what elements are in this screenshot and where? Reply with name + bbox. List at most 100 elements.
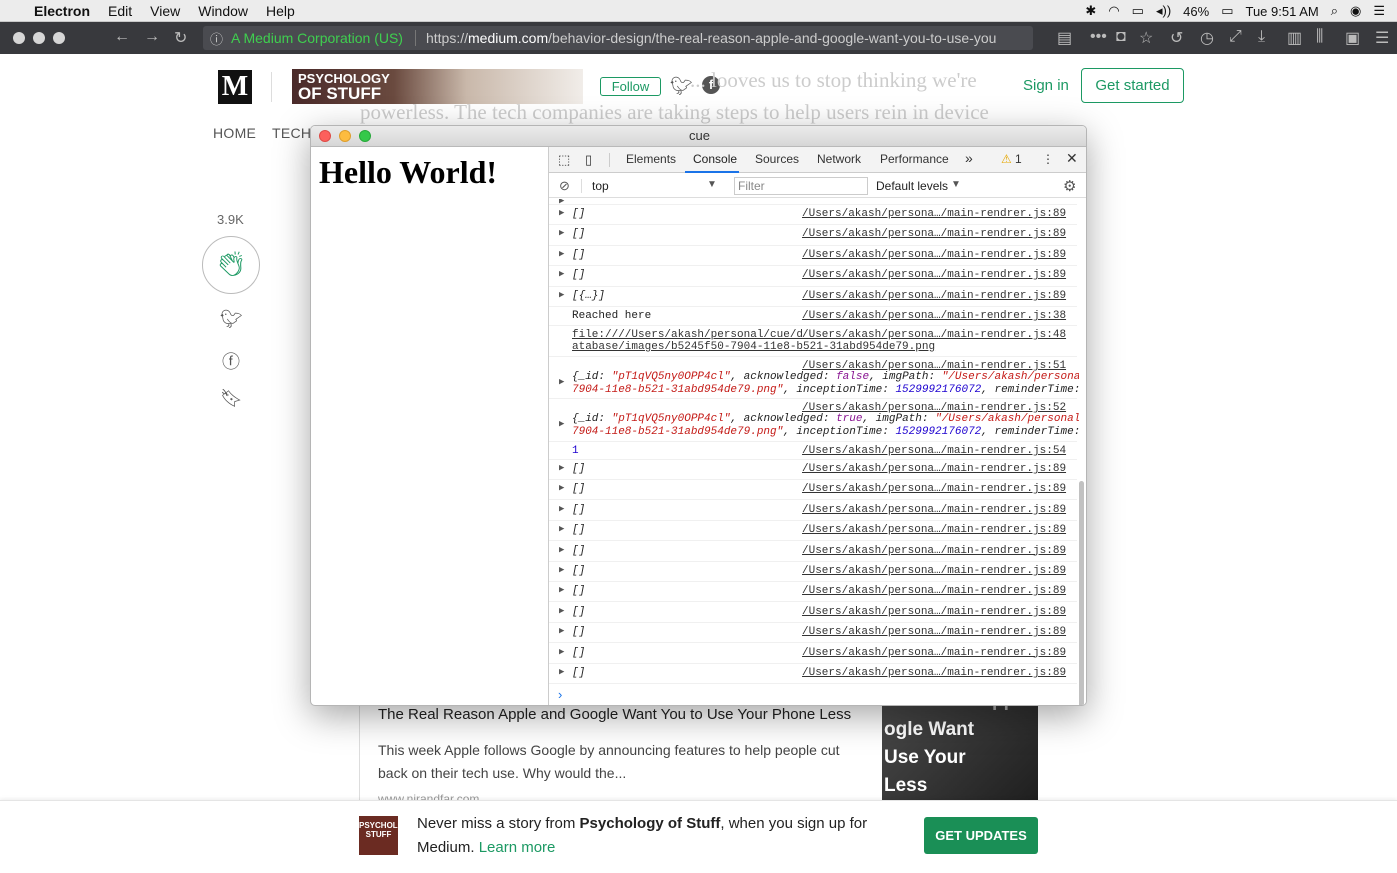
console-source-link[interactable]: /Users/akash/persona…/main-rendrer.js:89: [802, 585, 1066, 597]
learn-more-link[interactable]: Learn more: [479, 839, 556, 856]
console-prompt[interactable]: ›: [558, 687, 562, 702]
console-source-link[interactable]: /Users/akash/persona…/main-rendrer.js:89: [802, 606, 1066, 618]
url-bar[interactable]: ⓘ A Medium Corporation (US) https://medi…: [203, 26, 1033, 50]
console-row[interactable]: /Users/akash/persona…/main-rendrer.js:51…: [549, 357, 1079, 399]
console-source-link[interactable]: /Users/akash/persona…/main-rendrer.js:89: [802, 269, 1066, 281]
clock[interactable]: Tue 9:51 AM: [1245, 4, 1318, 19]
console-source-link[interactable]: /Users/akash/persona…/main-rendrer.js:38: [802, 310, 1066, 322]
console-row[interactable]: ▶ [] /Users/akash/persona…/main-rendrer.js…: [549, 542, 1077, 562]
share-twitter-icon[interactable]: 🐦︎: [220, 309, 243, 330]
console-source-link[interactable]: /Users/akash/persona…/main-rendrer.js:89: [802, 249, 1066, 261]
expand-arrow-icon[interactable]: ▶: [559, 545, 564, 555]
console-row[interactable]: 1 /Users/akash/persona…/main-rendrer.js:…: [549, 442, 1077, 460]
log-levels-arrow-icon[interactable]: ▼: [951, 179, 961, 190]
browser-close-dot[interactable]: [13, 32, 25, 44]
console-file-link[interactable]: file:////Users/akash/personal/cue/d: [572, 329, 803, 341]
console-row[interactable]: ▶ [] /Users/akash/persona…/main-rendrer.js…: [549, 521, 1077, 542]
expand-arrow-icon[interactable]: ▶: [559, 228, 564, 238]
menu-help[interactable]: Help: [266, 3, 295, 19]
expand-arrow-icon[interactable]: ▶: [559, 269, 564, 279]
console-row[interactable]: ▶ [] /Users/akash/persona…/main-rendrer.js…: [549, 603, 1077, 623]
expand-arrow-icon[interactable]: ▶: [559, 419, 564, 429]
get-updates-button[interactable]: GET UPDATES: [924, 817, 1038, 854]
tab-elements[interactable]: Elements: [626, 152, 676, 166]
share-facebook-icon[interactable]: ⓕ: [220, 348, 242, 374]
console-row[interactable]: ▶ [] /Users/akash/persona…/main-rendrer.js…: [549, 582, 1077, 603]
sign-in-link[interactable]: Sign in: [1023, 77, 1069, 94]
bluetooth-icon[interactable]: ✱: [1085, 3, 1096, 19]
tab-performance[interactable]: Performance: [880, 152, 949, 166]
get-started-button[interactable]: Get started: [1081, 68, 1184, 103]
wifi-icon[interactable]: ◠: [1108, 3, 1119, 19]
console-source-link[interactable]: /Users/akash/persona…/main-rendrer.js:54: [802, 445, 1066, 457]
expand-arrow-icon[interactable]: ▶: [559, 208, 564, 218]
medium-logo[interactable]: M: [218, 70, 252, 104]
device-toolbar-icon[interactable]: ▯: [585, 152, 592, 168]
browser-minimize-dot[interactable]: [33, 32, 45, 44]
console-source-link[interactable]: /Users/akash/persona…/main-rendrer.js:89: [802, 463, 1066, 475]
browser-zoom-dot[interactable]: [53, 32, 65, 44]
page-actions-icon[interactable]: •••: [1090, 28, 1107, 46]
expand-icon[interactable]: ⤢: [1229, 28, 1242, 46]
console-source-link[interactable]: /Users/akash/persona…/main-rendrer.js:89: [802, 228, 1066, 240]
window-minimize-button[interactable]: [339, 130, 351, 142]
console-row[interactable]: ▶ [] /Users/akash/persona…/main-rendrer.js…: [549, 644, 1077, 664]
clap-button[interactable]: 👏︎: [202, 236, 260, 294]
publication-banner[interactable]: PSYCHOLOGY OF STUFF: [292, 69, 583, 104]
tab-network[interactable]: Network: [817, 152, 861, 166]
back-icon[interactable]: ←: [114, 28, 130, 46]
console-row[interactable]: Reached here /Users/akash/persona…/main-…: [549, 307, 1077, 326]
console-source-link[interactable]: /Users/akash/persona…/main-rendrer.js:89: [802, 545, 1066, 557]
menu-icon[interactable]: ☰: [1375, 28, 1389, 48]
console-source-link[interactable]: /Users/akash/persona…/main-rendrer.js:48: [802, 329, 1066, 341]
console-row[interactable]: ▶ [{…}] /Users/akash/persona…/main-rendr…: [549, 287, 1077, 307]
reader-view-icon[interactable]: ▤: [1057, 28, 1072, 48]
tab-sources[interactable]: Sources: [755, 152, 799, 166]
pocket-icon[interactable]: ◘: [1116, 28, 1126, 46]
expand-arrow-icon[interactable]: ▶: [559, 249, 564, 259]
more-tabs-button[interactable]: »: [965, 150, 973, 166]
context-selector[interactable]: top: [592, 179, 609, 193]
console-filter-input[interactable]: Filter: [734, 177, 868, 195]
expand-arrow-icon[interactable]: ▶: [559, 606, 564, 616]
warning-icon[interactable]: ⚠: [1001, 152, 1012, 166]
console-row[interactable]: ▶ [] /Users/akash/persona…/main-rendrer.js…: [549, 480, 1077, 501]
notification-center-icon[interactable]: ☰: [1373, 3, 1385, 19]
console-row[interactable]: /Users/akash/persona…/main-rendrer.js:52…: [549, 399, 1079, 442]
console-row[interactable]: ▶ [] /Users/akash/persona…/main-rendrer.js…: [549, 501, 1077, 521]
clear-console-icon[interactable]: ⊘: [559, 178, 570, 194]
menu-edit[interactable]: Edit: [108, 3, 132, 19]
tab-console[interactable]: Console: [693, 152, 737, 166]
menu-view[interactable]: View: [150, 3, 180, 19]
expand-arrow-icon[interactable]: ▶: [559, 290, 564, 300]
airplay-icon[interactable]: ▭: [1132, 3, 1144, 19]
follow-button[interactable]: Follow: [600, 77, 661, 96]
expand-arrow-icon[interactable]: ▶: [559, 483, 564, 493]
bookmark-icon[interactable]: 🔖︎: [220, 388, 243, 409]
console-source-link[interactable]: /Users/akash/persona…/main-rendrer.js:89: [802, 667, 1066, 679]
expand-arrow-icon[interactable]: ▶: [559, 585, 564, 595]
console-row[interactable]: ▶ [] /Users/akash/persona…/main-rendrer.…: [549, 205, 1077, 225]
expand-arrow-icon[interactable]: ▶: [559, 667, 564, 677]
console-scrollbar[interactable]: [1079, 481, 1084, 705]
expand-arrow-icon[interactable]: ▶: [559, 377, 564, 387]
battery-percent[interactable]: 46%: [1183, 4, 1209, 19]
menu-app-name[interactable]: Electron: [34, 3, 90, 19]
card-title[interactable]: The Real Reason Apple and Google Want Yo…: [378, 706, 851, 723]
secure-site-label[interactable]: A Medium Corporation (US): [231, 30, 403, 46]
siri-icon[interactable]: ◉: [1350, 3, 1361, 19]
download-icon[interactable]: ⤓: [1258, 28, 1265, 46]
devtools-menu-icon[interactable]: ⋮: [1042, 152, 1054, 166]
console-source-link[interactable]: /Users/akash/persona…/main-rendrer.js:89: [802, 290, 1066, 302]
expand-arrow-icon[interactable]: ▶: [559, 463, 564, 473]
window-titlebar[interactable]: cue: [311, 126, 1086, 147]
window-zoom-button[interactable]: [359, 130, 371, 142]
window-close-button[interactable]: [319, 130, 331, 142]
warning-count[interactable]: 1: [1015, 152, 1022, 166]
volume-icon[interactable]: ◂)): [1156, 3, 1171, 19]
menu-window[interactable]: Window: [198, 3, 248, 19]
expand-arrow-icon[interactable]: ▶: [559, 626, 564, 636]
expand-arrow-icon[interactable]: ▶: [559, 647, 564, 657]
console-output[interactable]: ▶ ▶ [] /Users/akash/persona…/main-rendre…: [549, 199, 1079, 705]
console-source-link[interactable]: /Users/akash/persona…/main-rendrer.js:89: [802, 208, 1066, 220]
